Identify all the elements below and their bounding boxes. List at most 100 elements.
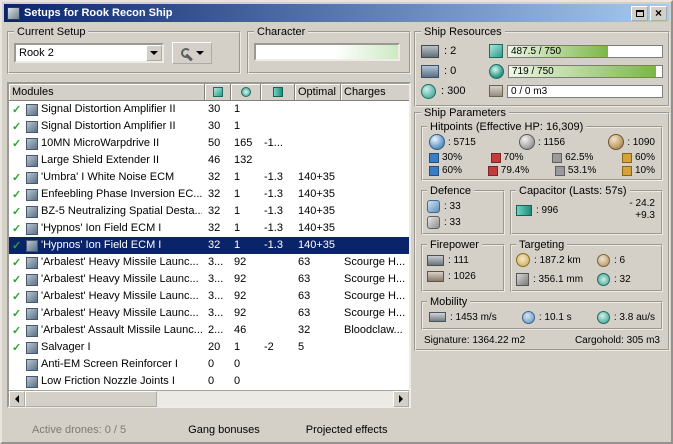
module-optimal: 63 — [298, 290, 311, 302]
column-header-powergrid[interactable] — [231, 84, 261, 101]
module-name: 'Arbalest' Heavy Missile Launc... — [41, 290, 199, 302]
active-drones-section[interactable]: Active drones: 0 / 5 — [32, 424, 126, 436]
module-cap-use: -1.3 — [264, 222, 283, 234]
horizontal-scrollbar[interactable] — [9, 390, 409, 407]
structure-hp-value: : 1090 — [627, 136, 655, 148]
module-powergrid: 1 — [234, 341, 241, 353]
module-cpu: 2... — [208, 324, 224, 336]
module-charge — [341, 186, 409, 203]
cargo-bar: 0 / 0 m3 — [507, 84, 663, 98]
titlebar[interactable]: Setups for Rook Recon Ship × — [4, 4, 669, 22]
module-optimal: 63 — [298, 307, 311, 319]
signature-row: Signature: 1364.22 m2 Cargohold: 305 m3 — [421, 330, 663, 346]
structure-hp-stat: : 1090 — [608, 134, 655, 150]
armor-hp-stat: : 1156 — [518, 134, 565, 150]
module-row[interactable]: ✓ 'Arbalest' Heavy Missile Launc... 3... 92… — [9, 254, 409, 271]
module-row[interactable]: ✓ Enfeebling Phase Inversion EC... 32 1 -1.3… — [9, 186, 409, 203]
warp-speed-value: : 3.8 au/s — [613, 311, 655, 323]
armor-resists-row: 60% 79.4% 53.1% 10% — [427, 163, 657, 176]
projected-effects-section[interactable]: Projected effects — [306, 424, 388, 436]
module-optimal — [295, 152, 341, 169]
module-row[interactable]: ✓ Signal Distortion Amplifier II 30 1 — [9, 101, 409, 118]
module-optimal: 5 — [298, 341, 305, 353]
module-powergrid: 1 — [234, 171, 241, 183]
align-time-stat: : 10.1 s — [521, 309, 572, 325]
shield-icon — [429, 134, 445, 150]
module-cpu: 32 — [208, 205, 221, 217]
module-row[interactable]: ✓ 'Umbra' I White Noise ECM 32 1 -1.3 140+35 — [9, 169, 409, 186]
scrollbar-track[interactable] — [25, 390, 393, 407]
module-cpu: 50 — [208, 137, 221, 149]
module-icon — [26, 375, 38, 388]
module-cap-use: -1.3 — [264, 205, 283, 217]
module-icon — [26, 290, 38, 303]
close-button[interactable]: × — [650, 5, 667, 21]
module-row[interactable]: ✓ Salvager I 20 1 -2 5 — [9, 339, 409, 356]
module-cap-use — [261, 118, 295, 135]
targeting-label: Targeting — [519, 239, 565, 251]
module-row[interactable]: ✓ 10MN MicroWarpdrive II 50 165 -1... — [9, 135, 409, 152]
capacitor-drain-value: - 24.2 — [629, 198, 655, 209]
module-cpu: 30 — [208, 103, 221, 115]
capacitor-icon — [516, 204, 532, 216]
ship-resources-label: Ship Resources — [424, 26, 502, 38]
shield-defence-icon — [427, 199, 440, 213]
module-name: 'Hypnos' Ion Field ECM I — [41, 222, 162, 234]
module-row[interactable]: ✓ 'Arbalest' Heavy Missile Launc... 3... 92… — [9, 288, 409, 305]
shield-resists-row: 30% 70% 62.5% 60% — [427, 150, 657, 163]
module-name: 'Arbalest' Heavy Missile Launc... — [41, 273, 199, 285]
column-header-cpu[interactable] — [205, 84, 231, 101]
module-name-cell: ✓Large Shield Extender II — [9, 152, 205, 169]
active-check-icon: ✓ — [12, 137, 22, 150]
targeting-group: Targeting : 187.2 km : 6 : 356.1 mm: 32 — [510, 239, 663, 292]
module-row[interactable]: ✓ 'Arbalest' Heavy Missile Launc... 3... 92… — [9, 271, 409, 288]
scroll-left-button[interactable] — [9, 390, 25, 407]
dropdown-arrow-icon — [150, 51, 158, 55]
module-name-cell: ✓ 'Umbra' I White Noise ECM — [9, 169, 205, 186]
max-targets-value: : 6 — [614, 254, 626, 266]
explosive-resist-icon — [621, 152, 632, 163]
module-name-cell: ✓ Enfeebling Phase Inversion EC... — [9, 186, 205, 203]
volley-stat: : 111 — [427, 252, 499, 268]
module-row[interactable]: ✓Anti-EM Screen Reinforcer I00 — [9, 356, 409, 373]
setup-dropdown-button[interactable] — [146, 45, 162, 61]
module-row[interactable]: ✓ 'Arbalest' Assault Missile Launc... 2...… — [9, 322, 409, 339]
module-row[interactable]: ✓ 'Hypnos' Ion Field ECM I 32 1 -1.3 140+35 — [9, 220, 409, 237]
scroll-right-button[interactable] — [393, 390, 409, 407]
setup-combobox[interactable]: Rook 2 — [14, 43, 164, 63]
module-row[interactable]: ✓ BZ-5 Neutralizing Spatial Desta... 32 1 -1… — [9, 203, 409, 220]
module-row[interactable]: ✓Low Friction Nozzle Joints I00 — [9, 373, 409, 390]
module-charge: Scourge H... — [344, 256, 406, 268]
module-name: 10MN MicroWarpdrive II — [41, 137, 160, 149]
module-optimal: 140+35 — [298, 222, 336, 234]
module-row[interactable]: ✓ 'Hypnos' Ion Field ECM I 32 1 -1.3 140+35 — [9, 237, 409, 254]
character-label: Character — [257, 26, 306, 38]
gang-bonuses-section[interactable]: Gang bonuses — [188, 424, 260, 436]
active-check-icon: ✓ — [12, 222, 22, 235]
module-row[interactable]: ✓ 'Arbalest' Heavy Missile Launc... 3... 92… — [9, 305, 409, 322]
module-name: Large Shield Extender II — [41, 154, 160, 166]
character-input[interactable] — [254, 43, 400, 61]
maximize-button[interactable] — [631, 5, 648, 21]
modules-table: Modules Optimal Charges ✓ Signal Distorti… — [7, 82, 411, 408]
column-header-modules[interactable]: Modules — [9, 84, 205, 101]
scrollbar-thumb[interactable] — [25, 390, 157, 407]
module-name-cell: ✓ 'Arbalest' Assault Missile Launc... — [9, 322, 205, 339]
scan-resolution-stat: : 356.1 mm — [516, 271, 597, 287]
column-header-capacitor[interactable] — [261, 84, 295, 101]
setup-tools-button[interactable] — [172, 42, 212, 64]
module-icon — [26, 358, 38, 371]
module-cpu: 3... — [208, 256, 224, 268]
column-header-optimal[interactable]: Optimal — [295, 84, 341, 101]
module-row[interactable]: ✓ Signal Distortion Amplifier II 30 1 — [9, 118, 409, 135]
module-cpu: 3... — [208, 307, 224, 319]
module-name-cell: ✓ 'Hypnos' Ion Field ECM I — [9, 220, 205, 237]
module-row[interactable]: ✓Large Shield Extender II46 132 — [9, 152, 409, 169]
active-check-icon: ✓ — [12, 171, 22, 184]
column-header-charges[interactable]: Charges — [341, 84, 409, 101]
kinetic-resist-icon — [552, 152, 563, 163]
module-icon — [26, 103, 38, 116]
module-cap-use — [261, 322, 295, 339]
module-cpu: 32 — [208, 171, 221, 183]
module-optimal: 140+35 — [298, 239, 336, 251]
